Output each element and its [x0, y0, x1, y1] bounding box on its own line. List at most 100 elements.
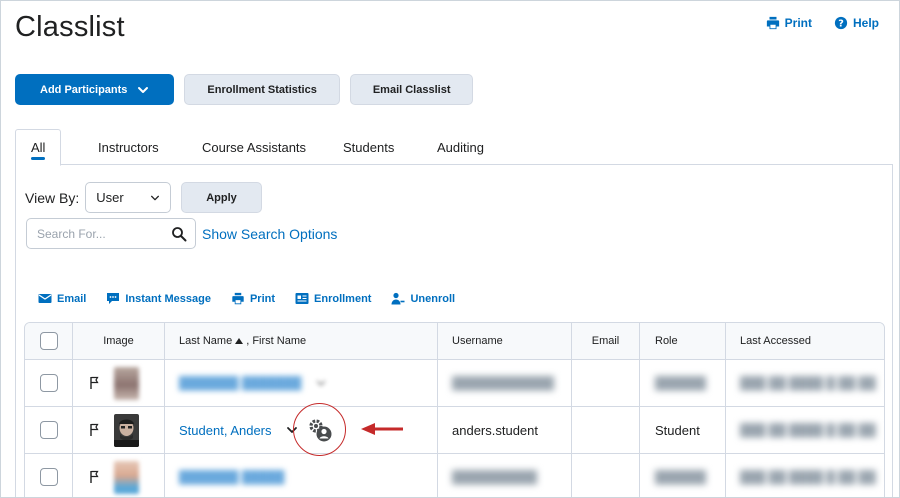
- view-by-label: View By:: [25, 189, 80, 206]
- tab-students[interactable]: Students: [328, 129, 409, 165]
- apply-button[interactable]: Apply: [181, 182, 262, 213]
- username-header: Username: [438, 323, 572, 359]
- avatar: [114, 413, 139, 447]
- show-search-options-link[interactable]: Show Search Options: [202, 226, 337, 242]
- email-header: Email: [572, 323, 640, 359]
- add-participants-button[interactable]: Add Participants: [15, 74, 175, 105]
- instant-message-action[interactable]: Instant Message: [106, 292, 211, 305]
- row-select-cell: [25, 454, 73, 497]
- print-label: Print: [784, 16, 812, 30]
- help-icon: ?: [834, 16, 848, 30]
- remove-user-icon: [391, 292, 405, 305]
- name-header: Last Name , First Name: [165, 323, 438, 359]
- email-action-label: Email: [57, 292, 87, 305]
- classlist-table: Image Last Name , First Name Username Em…: [24, 322, 885, 497]
- row-select-cell: [25, 407, 73, 453]
- username-value: anders.student: [452, 422, 539, 438]
- select-all-checkbox[interactable]: [39, 332, 58, 350]
- row-checkbox[interactable]: [39, 468, 58, 486]
- row-select-cell: [25, 360, 73, 406]
- print-action[interactable]: Print: [231, 292, 275, 305]
- avatar: [114, 460, 139, 494]
- tab-all[interactable]: All: [15, 129, 62, 166]
- bulk-actions: Email Instant Message Print Enrollment U…: [38, 292, 455, 305]
- search-icon[interactable]: [171, 226, 187, 242]
- avatar: [114, 366, 139, 400]
- role-value: Student: [655, 422, 700, 438]
- add-participants-label: Add Participants: [40, 83, 128, 96]
- chat-bubble-icon: [107, 293, 120, 304]
- enrollment-action[interactable]: Enrollment: [295, 292, 371, 305]
- search-input[interactable]: [37, 226, 167, 241]
- email-cell: [572, 454, 640, 497]
- flag-icon[interactable]: [88, 423, 102, 437]
- first-name-sort-link[interactable]: , First Name: [246, 335, 306, 347]
- svg-text:?: ?: [838, 19, 844, 30]
- enrollment-action-label: Enrollment: [314, 292, 372, 305]
- blurred-name-link[interactable]: ███████ █████: [179, 470, 284, 484]
- printer-icon: [232, 292, 244, 305]
- blurred-username: ██████████: [452, 470, 538, 484]
- image-cell: [73, 454, 165, 497]
- sort-ascending-icon: [235, 338, 244, 344]
- row-checkbox[interactable]: [39, 421, 58, 439]
- username-cell: ████████████: [438, 360, 572, 406]
- chevron-down-icon: [151, 195, 160, 200]
- blurred-last-accessed: ███ ██ ████ █ ██ ██: [740, 423, 876, 437]
- role-cell: ██████: [640, 454, 726, 497]
- id-card-icon: [295, 293, 309, 304]
- blurred-last-accessed: ███ ██ ████ █ ██ ██: [740, 376, 876, 390]
- user-settings-icon[interactable]: [307, 417, 333, 443]
- header-select-cell: [25, 323, 73, 359]
- flag-icon[interactable]: [88, 376, 102, 390]
- search-box: [26, 218, 196, 249]
- page-title: Classlist: [15, 11, 125, 43]
- last-name-sort-link[interactable]: Last Name: [179, 335, 232, 347]
- print-link[interactable]: Print: [766, 16, 812, 30]
- view-by-value: User: [96, 190, 124, 205]
- blurred-last-accessed: ███ ██ ████ █ ██ ██: [740, 470, 876, 484]
- tab-instructors[interactable]: Instructors: [83, 129, 174, 165]
- print-action-label: Print: [249, 292, 276, 305]
- username-cell: ██████████: [438, 454, 572, 497]
- tab-course-assistants[interactable]: Course Assistants: [187, 129, 321, 165]
- student-name-link[interactable]: Student, Anders: [179, 423, 272, 438]
- top-links: Print ? Help: [766, 16, 879, 30]
- image-cell: [73, 407, 165, 453]
- unenroll-action[interactable]: Unenroll: [391, 292, 455, 305]
- blurred-username: ████████████: [452, 376, 555, 390]
- classlist-page: Classlist Print ? Help Add Participants …: [0, 0, 900, 498]
- enrollment-statistics-button[interactable]: Enrollment Statistics: [184, 74, 340, 105]
- tab-auditing[interactable]: Auditing: [422, 129, 499, 165]
- image-cell: [73, 360, 165, 406]
- image-header: Image: [73, 323, 165, 359]
- email-cell: [572, 360, 640, 406]
- last-accessed-cell: ███ ██ ████ █ ██ ██: [726, 360, 884, 406]
- highlight-circle: [293, 403, 346, 456]
- username-cell: anders.student: [438, 407, 572, 453]
- instant-message-label: Instant Message: [125, 292, 211, 305]
- help-label: Help: [852, 16, 879, 30]
- view-by-group: View By: User Apply: [25, 182, 262, 213]
- table-row: ███████ ███████ ████████████ ██████ ███ …: [25, 360, 884, 407]
- email-action[interactable]: Email: [38, 292, 86, 305]
- flag-icon[interactable]: [88, 470, 102, 484]
- chevron-down-icon[interactable]: [315, 377, 327, 389]
- role-tabs: All Instructors Course Assistants Studen…: [15, 129, 893, 166]
- role-header: Role: [640, 323, 726, 359]
- email-classlist-button[interactable]: Email Classlist: [349, 74, 474, 105]
- row-checkbox[interactable]: [39, 374, 58, 392]
- last-accessed-cell: ███ ██ ████ █ ██ ██: [726, 454, 884, 497]
- envelope-icon: [38, 294, 52, 303]
- role-cell: Student: [640, 407, 726, 453]
- blurred-role: ██████: [655, 376, 707, 390]
- view-by-select[interactable]: User: [85, 182, 172, 213]
- profile-photo-icon: [114, 413, 139, 447]
- printer-icon: [766, 16, 779, 30]
- table-header-row: Image Last Name , First Name Username Em…: [25, 323, 884, 360]
- annotation-arrow-icon: [361, 423, 403, 435]
- last-accessed-cell: ███ ██ ████ █ ██ ██: [726, 407, 884, 453]
- chevron-down-icon: [138, 86, 149, 93]
- help-link[interactable]: ? Help: [834, 16, 879, 30]
- blurred-name-link[interactable]: ███████ ███████: [179, 376, 301, 390]
